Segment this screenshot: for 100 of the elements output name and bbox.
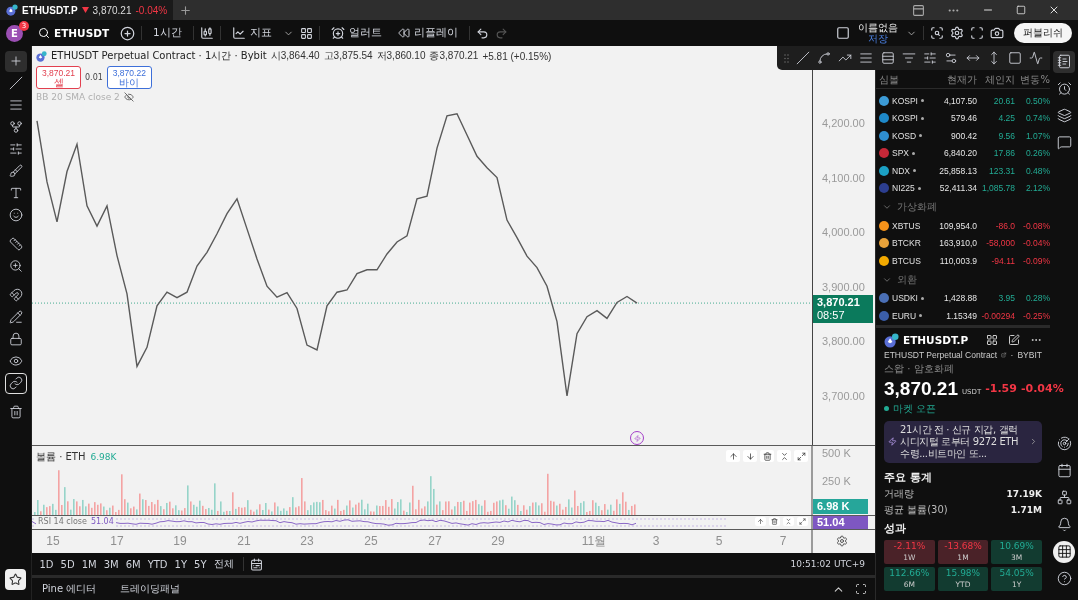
column-header[interactable]: 현재가	[931, 73, 977, 87]
avatar[interactable]: E	[6, 24, 23, 42]
replay-button[interactable]: 리플레이	[392, 22, 463, 44]
maximize-icon[interactable]	[855, 583, 867, 595]
range-button[interactable]: YTD	[144, 556, 172, 572]
calendar-icon[interactable]	[250, 557, 263, 571]
layout-name-button[interactable]: 이름없음 저장	[856, 22, 900, 44]
filter-lines-icon[interactable]	[901, 51, 916, 65]
candles-icon[interactable]	[199, 26, 214, 40]
lightning-icon	[633, 434, 641, 442]
lines-icon[interactable]	[859, 51, 874, 65]
alert-button[interactable]: 얼러트	[325, 22, 387, 44]
range-button[interactable]: 1D	[36, 556, 58, 572]
grid-icon[interactable]	[986, 334, 998, 346]
edit-icon[interactable]	[1008, 334, 1020, 346]
price-value: 1,428.88	[942, 293, 977, 304]
search-chart-icon[interactable]	[930, 26, 944, 40]
time-axis-label: 15	[46, 534, 60, 548]
chevron-right-icon	[1029, 437, 1038, 446]
star-icon	[9, 573, 22, 586]
rows-icon[interactable]	[880, 51, 895, 65]
delete-button[interactable]	[760, 450, 774, 462]
layout-icon[interactable]	[912, 3, 925, 17]
range-button[interactable]: 3M	[100, 556, 123, 572]
collapse-button[interactable]	[777, 450, 791, 462]
column-header[interactable]: 심볼	[879, 73, 931, 87]
column-header[interactable]: 체인지	[977, 73, 1015, 87]
interval-button[interactable]: 1시간	[148, 22, 187, 44]
watchlist-row[interactable]: KOSPI 4,107.50 20.61 0.50%	[876, 92, 1050, 110]
camera-icon[interactable]	[990, 26, 1004, 40]
panel-tab[interactable]: 트레이딩패널	[118, 580, 183, 598]
news-banner[interactable]: 21시간 전 · 신규 지갑, 갤럭시디지털 로부터 9272 ETH 수령...비트마인 또...	[884, 420, 1042, 463]
add-symbol-icon[interactable]	[120, 25, 136, 41]
range-button[interactable]: 1Y	[171, 556, 191, 572]
rsi-tag: 51.04	[813, 516, 868, 529]
zigzag-icon[interactable]	[1029, 51, 1044, 65]
change-percent: 1.07%	[1024, 130, 1050, 141]
indicators-button[interactable]: 지표	[226, 22, 277, 44]
buy-button[interactable]: 3,870.22 바이	[106, 66, 152, 89]
square-icon[interactable]	[1008, 51, 1022, 65]
undo-icon[interactable]	[475, 26, 489, 40]
arrow-up-icon	[757, 518, 764, 525]
sidebar-button[interactable]	[1053, 540, 1075, 563]
watchlist-row[interactable]: BTCUS 110,003.9 -94.11 -0.09%	[876, 252, 1050, 270]
watchlist-row[interactable]: EURU 1.15349 -0.00294 -0.25%	[876, 307, 1050, 325]
lightning-button[interactable]	[630, 431, 644, 445]
brush-icon	[8, 164, 23, 178]
separator: ·	[1010, 349, 1014, 360]
time-axis-label: 23	[300, 534, 314, 548]
column-header[interactable]: 변동%	[1015, 73, 1050, 87]
watchlist-row[interactable]: KOSD 900.42 9.56 1.07%	[876, 127, 1050, 145]
watchlist-row[interactable]: NDX 25,858.13 123.31 0.48%	[876, 162, 1050, 180]
tab-price: 3,870.21	[92, 4, 132, 16]
sliders-icon[interactable]	[923, 51, 938, 65]
range-button[interactable]: 6M	[122, 556, 145, 572]
section-header[interactable]: 외환	[876, 269, 1050, 290]
maximize-button[interactable]	[797, 517, 808, 526]
line-icon[interactable]	[795, 51, 810, 65]
new-tab-icon[interactable]	[179, 3, 193, 17]
range-button[interactable]: 1M	[78, 556, 101, 572]
watchlist-row[interactable]: BTCKR 163,910,0 -58,000 -0.04%	[876, 234, 1050, 252]
maximize-button[interactable]	[794, 450, 808, 462]
close-icon[interactable]	[1048, 4, 1060, 16]
symbol-search[interactable]: ETHUSDT	[33, 22, 115, 44]
favorites-button[interactable]	[5, 569, 26, 590]
grip-icon[interactable]	[783, 53, 789, 63]
spline-icon[interactable]	[817, 51, 832, 65]
collapse-button[interactable]	[783, 517, 794, 526]
move-up-button[interactable]	[755, 517, 766, 526]
trash-icon	[8, 405, 23, 419]
range-button[interactable]: 5Y	[190, 556, 210, 572]
publish-button[interactable]: 퍼블리쉬	[1014, 23, 1072, 43]
range-button[interactable]: 전체	[210, 555, 237, 573]
range-button[interactable]: 5D	[57, 556, 79, 572]
line-icon	[8, 76, 23, 90]
watchlist-row[interactable]: KOSPI 579.46 4.25 0.74%	[876, 109, 1050, 127]
eye-off-icon[interactable]	[123, 92, 134, 102]
sell-button[interactable]: 3,870.21 셀	[36, 66, 81, 89]
templates-icon[interactable]	[299, 26, 313, 40]
lines-icon	[8, 98, 23, 112]
chart-tab[interactable]: ETHUSDT.P 3,870.21 -0.04%	[0, 0, 174, 20]
fullscreen-icon[interactable]	[970, 26, 984, 40]
checkbox-icon[interactable]	[836, 26, 850, 40]
delete-button[interactable]	[769, 517, 780, 526]
sliders-icon[interactable]	[944, 51, 959, 65]
move-up-button[interactable]	[726, 450, 740, 462]
maximize-icon[interactable]	[1016, 5, 1026, 15]
symbol-name: KOSPI	[892, 113, 918, 124]
sidebar-button[interactable]	[1053, 50, 1075, 73]
change-value: 3.95	[997, 293, 1015, 304]
watchlist-row[interactable]: USDKI 1,428.88 3.95 0.28%	[876, 289, 1050, 307]
tool-button[interactable]	[4, 372, 27, 394]
section-header[interactable]: 가상화폐	[876, 197, 1050, 217]
watchlist-row[interactable]: NI225 52,411.34 1,085.78 2.12%	[876, 179, 1050, 197]
move-down-button[interactable]	[743, 450, 757, 462]
layout-name: 이름없음	[858, 22, 898, 33]
time-axis-label: 29	[491, 534, 505, 548]
watchlist-row[interactable]: XBTUS 109,954.0 -86.0 -0.08%	[876, 217, 1050, 235]
panel-tab[interactable]: Pine 에디터	[40, 580, 99, 598]
watchlist-row[interactable]: SPX 6,840.20 17.86 0.26%	[876, 144, 1050, 162]
